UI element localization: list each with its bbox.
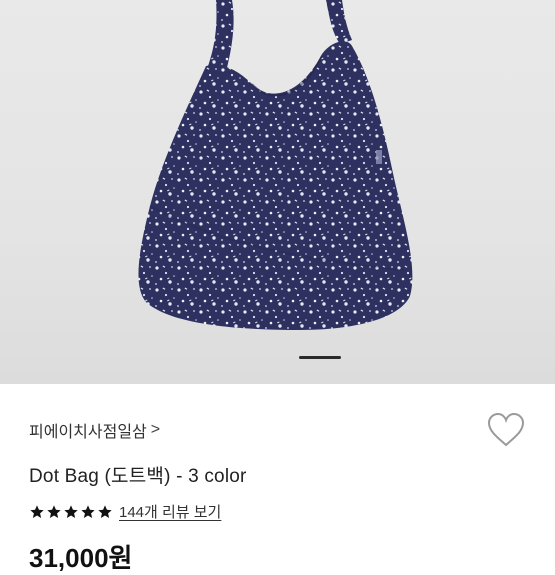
product-image-carousel[interactable] — [0, 0, 555, 384]
carousel-indicator[interactable] — [299, 356, 341, 359]
dot-bag-image — [138, 0, 413, 330]
star-icon — [81, 504, 95, 518]
rating-row: 144개 리뷰 보기 — [29, 501, 221, 522]
store-link[interactable]: 피에이치사점일삼 > — [29, 418, 160, 442]
star-rating — [29, 504, 113, 520]
star-icon — [47, 504, 61, 518]
heart-icon[interactable] — [487, 412, 525, 448]
product-price: 31,000원 — [29, 543, 133, 573]
store-name: 피에이치사점일삼 — [29, 424, 147, 441]
review-link[interactable]: 144개 리뷰 보기 — [119, 501, 221, 522]
chevron-right-icon: > — [150, 421, 161, 438]
star-icon — [30, 504, 44, 518]
star-icon — [98, 504, 112, 518]
product-title: Dot Bag (도트백) - 3 color — [29, 466, 247, 487]
star-icon — [64, 504, 78, 518]
